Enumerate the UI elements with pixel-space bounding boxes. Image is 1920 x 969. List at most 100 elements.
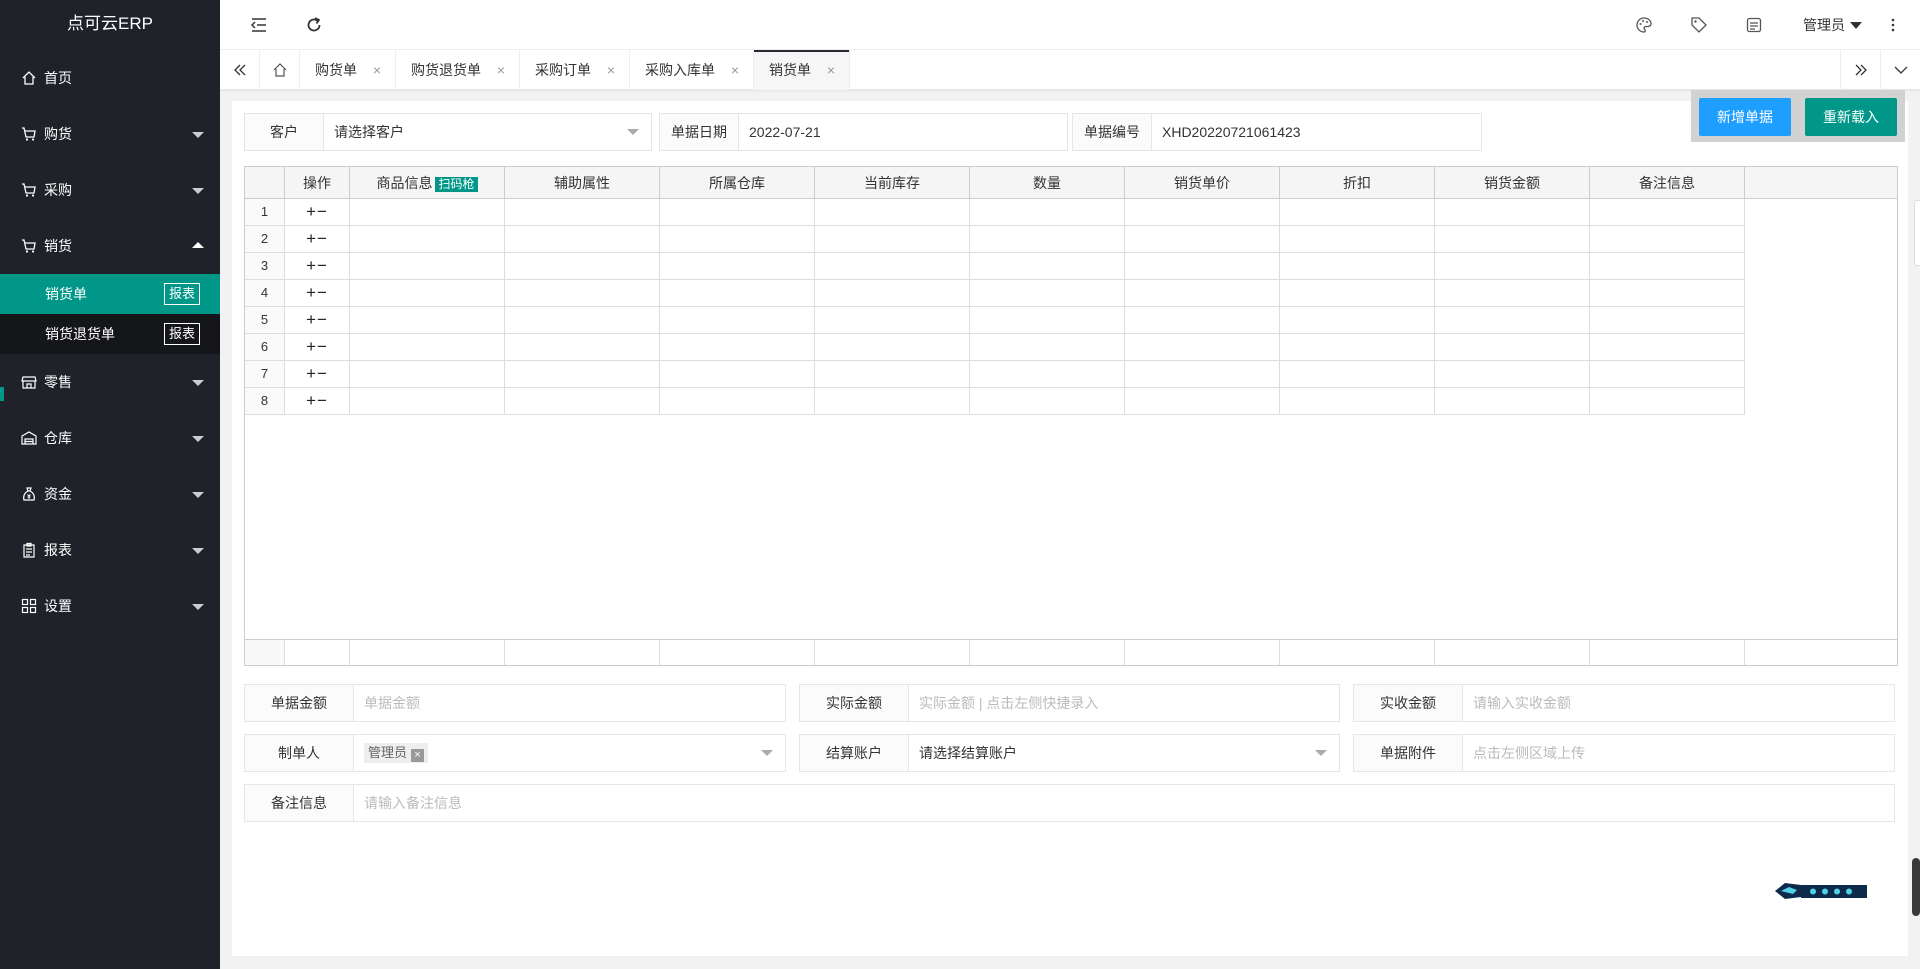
table-cell[interactable] <box>350 280 505 307</box>
customer-field[interactable]: 客户 请选择客户 <box>244 113 652 151</box>
sidebar-item-procurement[interactable]: 采购 <box>0 162 220 218</box>
actual-amount-input[interactable]: 实际金额 | 点击左侧快捷录入 <box>909 685 1339 721</box>
sidebar-item-settings[interactable]: 设置 <box>0 578 220 634</box>
table-cell[interactable] <box>350 307 505 334</box>
table-cell[interactable] <box>970 226 1125 253</box>
table-cell[interactable] <box>1435 388 1590 415</box>
more-vertical-icon[interactable] <box>1882 14 1904 36</box>
table-cell[interactable] <box>505 334 660 361</box>
table-cell[interactable] <box>970 253 1125 280</box>
tab-purchase-return[interactable]: 购货退货单 × <box>396 50 520 90</box>
customer-select[interactable]: 请选择客户 <box>324 114 651 150</box>
input-method-widget-icon[interactable] <box>1775 881 1867 901</box>
sidebar-item-home[interactable]: 首页 <box>0 50 220 106</box>
table-cell[interactable] <box>1590 361 1745 388</box>
table-cell[interactable] <box>505 388 660 415</box>
tab-procurement-order[interactable]: 采购订单 × <box>520 50 630 90</box>
table-cell[interactable] <box>1280 199 1435 226</box>
table-cell[interactable] <box>660 388 815 415</box>
table-cell[interactable] <box>1590 253 1745 280</box>
table-cell[interactable] <box>1125 226 1280 253</box>
table-cell[interactable] <box>1435 199 1590 226</box>
scanner-tag[interactable]: 扫码枪 <box>435 176 478 192</box>
remark-field[interactable]: 备注信息 请输入备注信息 <box>244 784 1895 822</box>
sidebar-item-sales[interactable]: 销货 <box>0 218 220 274</box>
tag-icon[interactable] <box>1688 14 1710 36</box>
table-cell[interactable] <box>505 199 660 226</box>
palette-icon[interactable] <box>1633 14 1655 36</box>
table-cell[interactable] <box>660 361 815 388</box>
table-cell[interactable] <box>1125 199 1280 226</box>
number-input[interactable]: XHD20220721061423 <box>1152 114 1481 150</box>
table-cell[interactable] <box>1435 280 1590 307</box>
table-cell[interactable] <box>1280 307 1435 334</box>
table-cell[interactable] <box>815 280 970 307</box>
tabs-scroll-right-icon[interactable] <box>1840 50 1880 90</box>
close-icon[interactable]: × <box>495 50 507 90</box>
date-field[interactable]: 单据日期 2022-07-21 <box>659 113 1068 151</box>
sidebar-item-reports[interactable]: 报表 <box>0 522 220 578</box>
add-remove-row-buttons[interactable]: +− <box>285 361 350 388</box>
tabs-menu-chevron-down-icon[interactable] <box>1880 50 1920 90</box>
table-cell[interactable] <box>815 388 970 415</box>
table-cell[interactable] <box>815 226 970 253</box>
tabs-scroll-left-icon[interactable] <box>220 50 260 90</box>
sidebar-subitem-sales-order[interactable]: 销货单 报表 <box>0 274 220 314</box>
table-cell[interactable] <box>350 253 505 280</box>
table-cell[interactable] <box>350 388 505 415</box>
table-cell[interactable] <box>505 226 660 253</box>
table-cell[interactable] <box>350 361 505 388</box>
received-amount-input[interactable]: 请输入实收金额 <box>1463 685 1894 721</box>
report-link[interactable]: 报表 <box>163 323 200 345</box>
table-cell[interactable] <box>1590 226 1745 253</box>
add-remove-row-buttons[interactable]: +− <box>285 199 350 226</box>
add-remove-row-buttons[interactable]: +− <box>285 253 350 280</box>
table-cell[interactable] <box>1280 280 1435 307</box>
table-cell[interactable] <box>1590 388 1745 415</box>
close-icon[interactable]: × <box>729 50 741 90</box>
table-cell[interactable] <box>1590 280 1745 307</box>
actual-amount-field[interactable]: 实际金额 实际金额 | 点击左侧快捷录入 <box>799 684 1340 722</box>
report-link[interactable]: 报表 <box>163 283 200 305</box>
table-cell[interactable] <box>1590 199 1745 226</box>
table-cell[interactable] <box>815 361 970 388</box>
table-cell[interactable] <box>1280 334 1435 361</box>
maker-select[interactable]: 管理员 × <box>354 735 785 771</box>
add-remove-row-buttons[interactable]: +− <box>285 280 350 307</box>
tab-purchase-order[interactable]: 购货单 × <box>300 50 396 90</box>
sidebar-item-retail[interactable]: 零售 <box>0 354 220 410</box>
table-cell[interactable] <box>1125 361 1280 388</box>
table-cell[interactable] <box>1435 307 1590 334</box>
scrollbar-thumb[interactable] <box>1912 858 1920 916</box>
sidebar-item-purchase[interactable]: 购货 <box>0 106 220 162</box>
bill-amount-field[interactable]: 单据金额 单据金额 <box>244 684 786 722</box>
reload-button[interactable]: 重新载入 <box>1805 98 1897 136</box>
table-cell[interactable] <box>970 307 1125 334</box>
menu-toggle-icon[interactable] <box>248 14 270 36</box>
table-cell[interactable] <box>1435 361 1590 388</box>
table-cell[interactable] <box>1435 253 1590 280</box>
attachment-upload[interactable]: 点击左侧区域上传 <box>1463 735 1894 771</box>
close-icon[interactable]: × <box>825 50 837 90</box>
sidebar-item-funds[interactable]: 资金 <box>0 466 220 522</box>
table-cell[interactable] <box>1435 334 1590 361</box>
add-remove-row-buttons[interactable]: +− <box>285 307 350 334</box>
table-cell[interactable] <box>505 307 660 334</box>
user-menu[interactable]: 管理员 <box>1803 15 1862 35</box>
remove-tag-icon[interactable]: × <box>411 749 425 762</box>
table-cell[interactable] <box>660 253 815 280</box>
add-remove-row-buttons[interactable]: +− <box>285 334 350 361</box>
table-cell[interactable] <box>1590 307 1745 334</box>
side-drawer-handle[interactable] <box>1914 200 1920 266</box>
number-field[interactable]: 单据编号 XHD20220721061423 <box>1072 113 1482 151</box>
table-cell[interactable] <box>1125 253 1280 280</box>
table-cell[interactable] <box>970 199 1125 226</box>
table-cell[interactable] <box>660 199 815 226</box>
table-cell[interactable] <box>815 253 970 280</box>
table-cell[interactable] <box>505 280 660 307</box>
remark-input[interactable]: 请输入备注信息 <box>354 785 1894 821</box>
bill-amount-input[interactable]: 单据金额 <box>354 685 785 721</box>
table-cell[interactable] <box>350 199 505 226</box>
table-cell[interactable] <box>970 388 1125 415</box>
tab-procurement-receipt[interactable]: 采购入库单 × <box>630 50 754 90</box>
